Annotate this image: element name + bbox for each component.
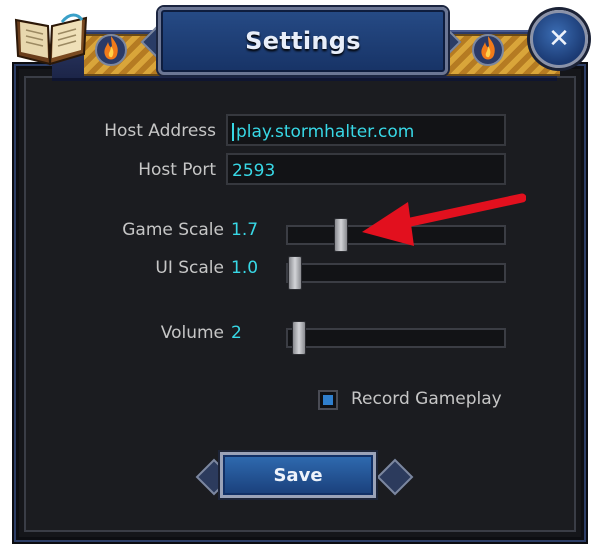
ui-scale-slider[interactable] xyxy=(286,256,506,290)
slider-thumb[interactable] xyxy=(334,218,349,252)
volume-slider[interactable] xyxy=(286,321,506,355)
ui-scale-value: 1.0 xyxy=(231,258,259,278)
fire-icon xyxy=(95,34,127,66)
fire-icon xyxy=(472,34,504,66)
volume-value: 2 xyxy=(231,323,242,343)
host-port-field[interactable]: 2593 xyxy=(226,153,506,185)
host-address-value: play.stormhalter.com xyxy=(236,122,415,142)
slider-thumb[interactable] xyxy=(288,256,302,290)
game-scale-label: Game Scale xyxy=(122,220,224,240)
title-plate: Settings xyxy=(158,7,448,75)
host-address-field[interactable]: play.stormhalter.com xyxy=(226,114,506,146)
annotation-arrow-icon xyxy=(362,193,526,246)
volume-label: Volume xyxy=(160,323,224,343)
ui-scale-label: UI Scale xyxy=(155,258,224,278)
save-label: Save xyxy=(273,464,323,486)
checkbox-checked-mark xyxy=(323,395,333,405)
record-gameplay-checkbox[interactable] xyxy=(318,390,338,410)
page-title: Settings xyxy=(245,27,361,55)
save-button[interactable]: Save xyxy=(220,452,376,498)
record-gameplay-label: Record Gameplay xyxy=(351,389,502,409)
host-port-label: Host Port xyxy=(138,160,216,180)
game-scale-value: 1.7 xyxy=(231,220,259,240)
close-icon: ✕ xyxy=(548,24,570,54)
text-caret xyxy=(232,123,234,141)
book-icon[interactable] xyxy=(12,8,90,68)
slider-thumb[interactable] xyxy=(292,321,307,355)
host-port-value: 2593 xyxy=(232,161,276,181)
close-button[interactable]: ✕ xyxy=(530,10,588,68)
host-address-label: Host Address xyxy=(104,121,216,141)
